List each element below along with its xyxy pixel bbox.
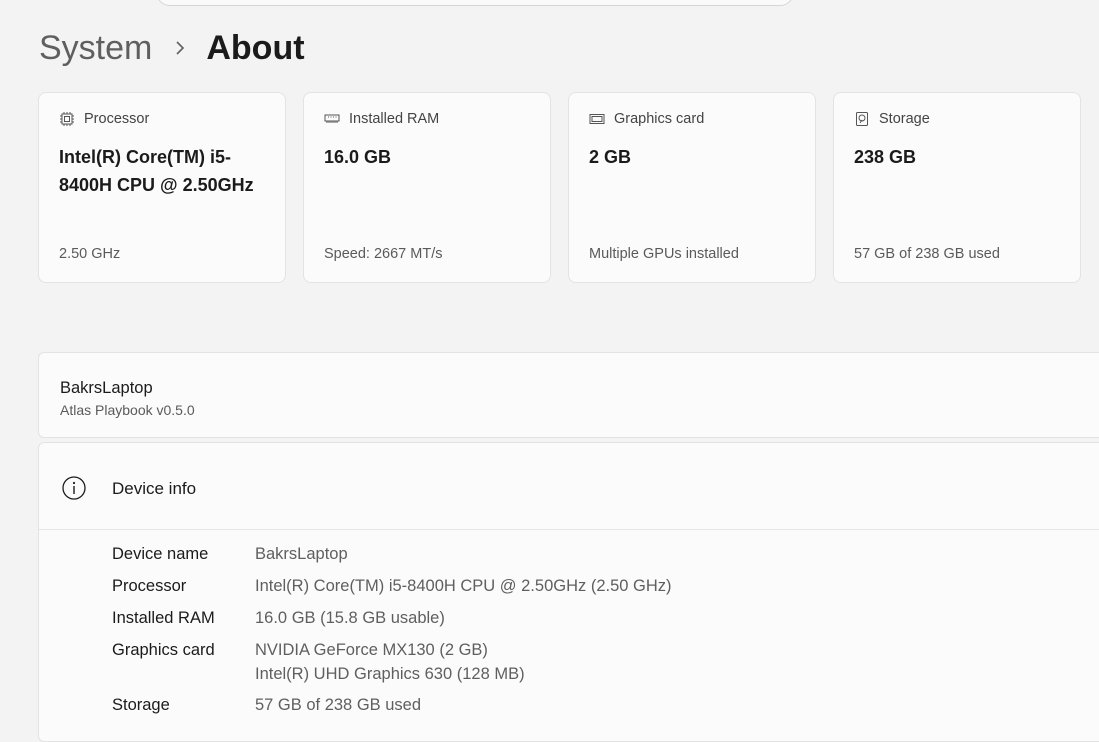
card-label: Graphics card — [614, 111, 705, 127]
search-box[interactable] — [156, 0, 794, 6]
device-info-title: Device info — [112, 479, 197, 498]
card-value: 2 GB — [589, 147, 632, 167]
card-subtext: 57 GB of 238 GB used — [854, 246, 1000, 262]
card-label: Installed RAM — [349, 111, 440, 127]
card-label: Storage — [879, 111, 930, 127]
info-key: Graphics card — [112, 641, 215, 659]
breadcrumb-system[interactable]: System — [39, 29, 152, 68]
chevron-right-icon — [174, 40, 186, 56]
card-value: Intel(R) Core(TM) i5-8400H CPU @ 2.50GHz — [59, 147, 254, 195]
page-title: About — [206, 28, 305, 67]
info-value: Intel(R) UHD Graphics 630 (128 MB) — [255, 665, 525, 683]
info-value: 57 GB of 238 GB used — [255, 696, 422, 714]
card-value: 238 GB — [854, 147, 917, 167]
graphics-card-icon — [589, 111, 605, 127]
card-label: Processor — [84, 111, 150, 127]
info-value: NVIDIA GeForce MX130 (2 GB) — [255, 641, 488, 659]
info-key: Installed RAM — [112, 609, 215, 627]
ram-icon — [324, 111, 340, 127]
info-value: BakrsLaptop — [255, 545, 348, 563]
processor-icon — [59, 111, 75, 127]
card-value: 16.0 GB — [324, 147, 392, 167]
device-name: BakrsLaptop — [60, 379, 153, 397]
storage-card: Storage 238 GB 57 GB of 238 GB used — [833, 92, 1081, 283]
info-icon — [61, 475, 87, 501]
card-subtext: 2.50 GHz — [59, 246, 121, 262]
device-edition: Atlas Playbook v0.5.0 — [60, 402, 195, 418]
info-value: 16.0 GB (15.8 GB usable) — [255, 609, 445, 627]
info-key: Device name — [112, 545, 209, 563]
ram-card: Installed RAM 16.0 GB Speed: 2667 MT/s — [303, 92, 551, 283]
device-info-header[interactable]: Device info — [39, 443, 1099, 530]
graphics-card-card: Graphics card 2 GB Multiple GPUs install… — [568, 92, 816, 283]
device-info-section: Device info Device name BakrsLaptop Proc… — [38, 442, 1099, 742]
info-value: Intel(R) Core(TM) i5-8400H CPU @ 2.50GHz… — [255, 577, 672, 595]
card-subtext: Multiple GPUs installed — [589, 246, 739, 262]
processor-card: Processor Intel(R) Core(TM) i5-8400H CPU… — [38, 92, 286, 283]
breadcrumb: System About — [39, 26, 305, 70]
card-subtext: Speed: 2667 MT/s — [324, 246, 443, 262]
info-key: Storage — [112, 696, 170, 714]
device-name-box[interactable]: BakrsLaptop Atlas Playbook v0.5.0 — [38, 352, 1099, 438]
storage-icon — [854, 111, 870, 127]
info-key: Processor — [112, 577, 187, 595]
